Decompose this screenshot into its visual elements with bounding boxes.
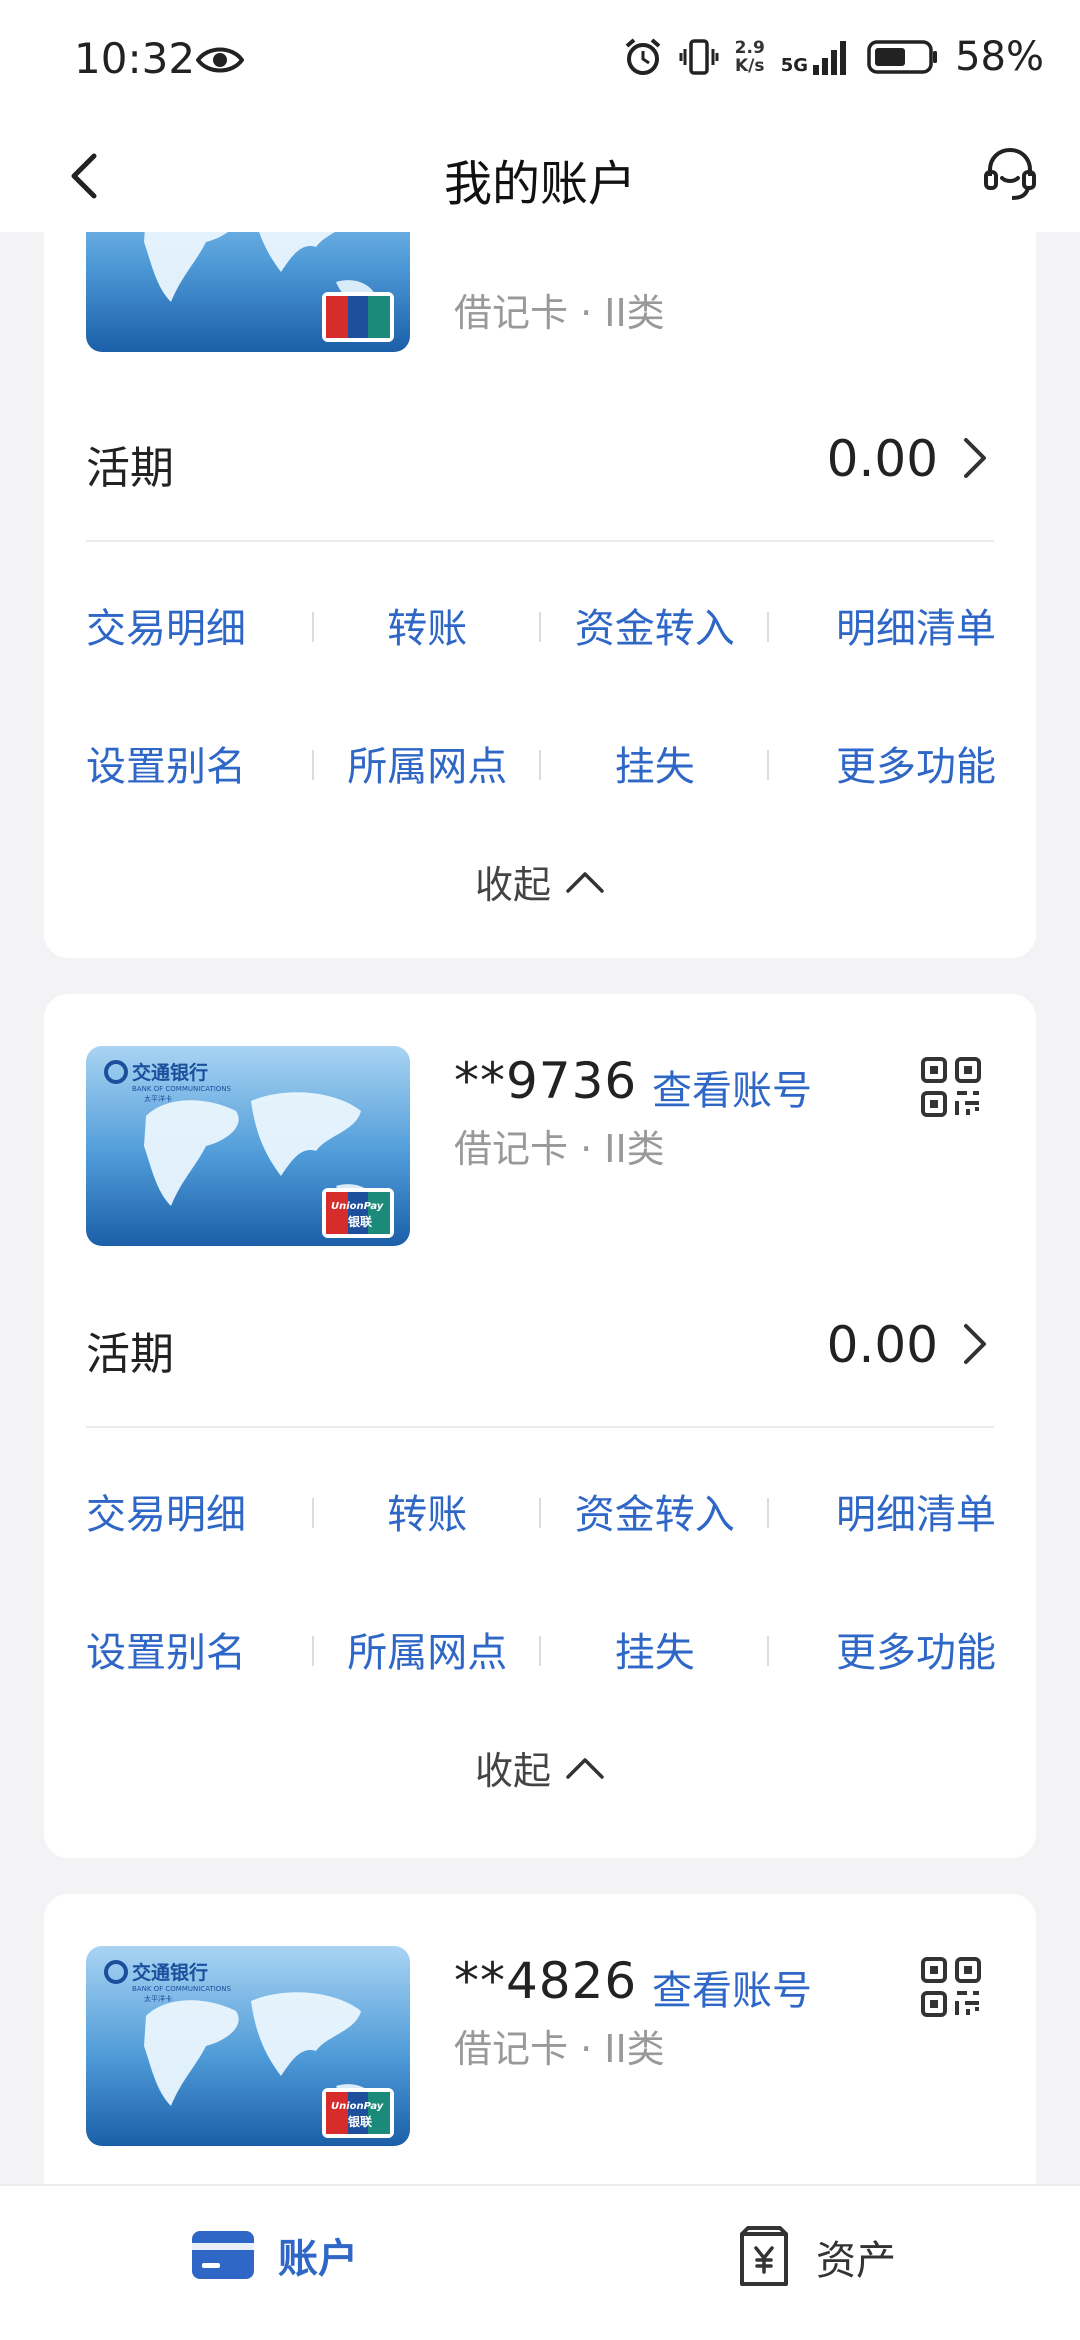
status-bar: 10:32 2.9 K/s 5G 58% <box>0 0 1080 118</box>
collapse-label: 收起 <box>474 863 551 907</box>
balance-amount[interactable]: 0.00 <box>827 430 938 488</box>
action-statement[interactable]: 明细清单 <box>769 556 996 694</box>
eye-icon <box>196 47 244 73</box>
collapse-button[interactable]: 收起 <box>44 854 1036 909</box>
action-more[interactable]: 更多功能 <box>769 1580 996 1718</box>
chevron-right-icon[interactable] <box>962 436 988 480</box>
bank-card-image: 交通银行 BANK OF COMMUNICATIONS 太平洋卡 UnionPa… <box>86 1046 410 1246</box>
nav-accounts-label: 账户 <box>278 2236 358 2282</box>
nav-tab-assets[interactable]: 资产 <box>734 2226 896 2288</box>
action-fund-in[interactable]: 资金转入 <box>541 1442 769 1580</box>
signal-group: 5G <box>781 39 851 75</box>
action-transfer[interactable]: 转账 <box>314 1442 542 1580</box>
header: 我的账户 <box>0 118 1080 232</box>
action-report-loss[interactable]: 挂失 <box>541 694 769 832</box>
card-type: 借记卡 · II类 <box>454 291 665 335</box>
collapse-button[interactable]: 收起 <box>44 1740 1036 1795</box>
vibrate-icon <box>679 39 719 75</box>
action-report-loss[interactable]: 挂失 <box>541 1580 769 1718</box>
action-grid: 交易明细 转账 资金转入 明细清单 设置别名 所属网点 挂失 更多功能 <box>86 1442 996 1718</box>
account-card-1: 借记卡 · II类 活期 0.00 交易明细 转账 资金转入 明细清单 设置别名… <box>44 232 1036 958</box>
unionpay-en-text: UnionPay <box>331 1201 384 1212</box>
action-set-alias[interactable]: 设置别名 <box>86 1580 314 1718</box>
bank-name-text: 交通银行 <box>132 1061 208 1084</box>
page-title: 我的账户 <box>443 156 636 212</box>
account-card-2: 交通银行 BANK OF COMMUNICATIONS 太平洋卡 UnionPa… <box>44 994 1036 1858</box>
speed-unit: K/s <box>734 56 765 76</box>
battery-percent: 58% <box>955 34 1044 80</box>
status-time: 10:32 <box>74 34 196 83</box>
masked-account-number: **9736 <box>454 1052 638 1110</box>
qr-code-icon[interactable] <box>920 1956 982 2018</box>
chevron-right-icon[interactable] <box>962 1322 988 1366</box>
action-transaction-details[interactable]: 交易明细 <box>86 1442 314 1580</box>
divider <box>86 1426 994 1428</box>
card-series-text: 太平洋卡 <box>144 1094 172 1103</box>
action-set-alias[interactable]: 设置别名 <box>86 694 314 832</box>
bank-name-en-text: BANK OF COMMUNICATIONS <box>132 1085 232 1093</box>
network-type: 5G <box>780 55 809 76</box>
speed-value: 2.9 <box>734 38 765 58</box>
action-more[interactable]: 更多功能 <box>769 694 996 832</box>
collapse-label: 收起 <box>474 1749 551 1793</box>
customer-service-icon[interactable] <box>980 144 1040 204</box>
battery-icon <box>867 40 938 74</box>
view-account-number-link[interactable]: 查看账号 <box>652 1058 812 1116</box>
balance-label: 活期 <box>86 443 174 494</box>
action-statement[interactable]: 明细清单 <box>769 1442 996 1580</box>
action-branch[interactable]: 所属网点 <box>314 694 542 832</box>
action-transfer[interactable]: 转账 <box>314 556 542 694</box>
balance-label: 活期 <box>86 1329 174 1380</box>
bottom-nav: 账户 资产 <box>0 2184 1080 2340</box>
unionpay-en-text: UnionPay <box>331 2101 384 2112</box>
assets-icon <box>740 2226 788 2286</box>
bank-name-text: 交通银行 <box>132 1961 208 1984</box>
card-type: 借记卡 · II类 <box>454 2027 665 2071</box>
account-list[interactable]: 借记卡 · II类 活期 0.00 交易明细 转账 资金转入 明细清单 设置别名… <box>0 232 1080 2184</box>
alarm-icon <box>625 38 660 75</box>
view-account-number-link[interactable]: 查看账号 <box>652 1958 812 2016</box>
balance-amount[interactable]: 0.00 <box>827 1316 938 1374</box>
bank-card-image: 交通银行 BANK OF COMMUNICATIONS 太平洋卡 UnionPa… <box>86 1946 410 2146</box>
network-speed: 2.9 K/s <box>735 39 765 75</box>
chevron-up-icon <box>566 1757 604 1779</box>
nav-assets-label: 资产 <box>816 2238 896 2284</box>
unionpay-cn-text: 银联 <box>348 2114 372 2129</box>
bank-name-en-text: BANK OF COMMUNICATIONS <box>132 1985 232 1993</box>
account-card-3: 交通银行 BANK OF COMMUNICATIONS 太平洋卡 UnionPa… <box>44 1894 1036 2184</box>
unionpay-cn-text: 银联 <box>348 1214 372 1229</box>
signal-icon <box>813 41 847 75</box>
card-type: 借记卡 · II类 <box>454 1127 665 1171</box>
card-series-text: 太平洋卡 <box>144 1994 172 2003</box>
masked-account-number: **4826 <box>454 1952 638 2010</box>
action-fund-in[interactable]: 资金转入 <box>541 556 769 694</box>
action-branch[interactable]: 所属网点 <box>314 1580 542 1718</box>
card-icon <box>192 2231 254 2279</box>
chevron-up-icon <box>566 871 604 893</box>
qr-code-icon[interactable] <box>920 1056 982 1118</box>
action-grid: 交易明细 转账 资金转入 明细清单 设置别名 所属网点 挂失 更多功能 <box>86 556 996 832</box>
bank-card-image <box>86 232 410 352</box>
status-icons: 2.9 K/s 5G 58% <box>623 34 1044 80</box>
action-transaction-details[interactable]: 交易明细 <box>86 556 314 694</box>
divider <box>86 540 994 542</box>
nav-tab-accounts[interactable]: 账户 <box>190 2226 358 2284</box>
